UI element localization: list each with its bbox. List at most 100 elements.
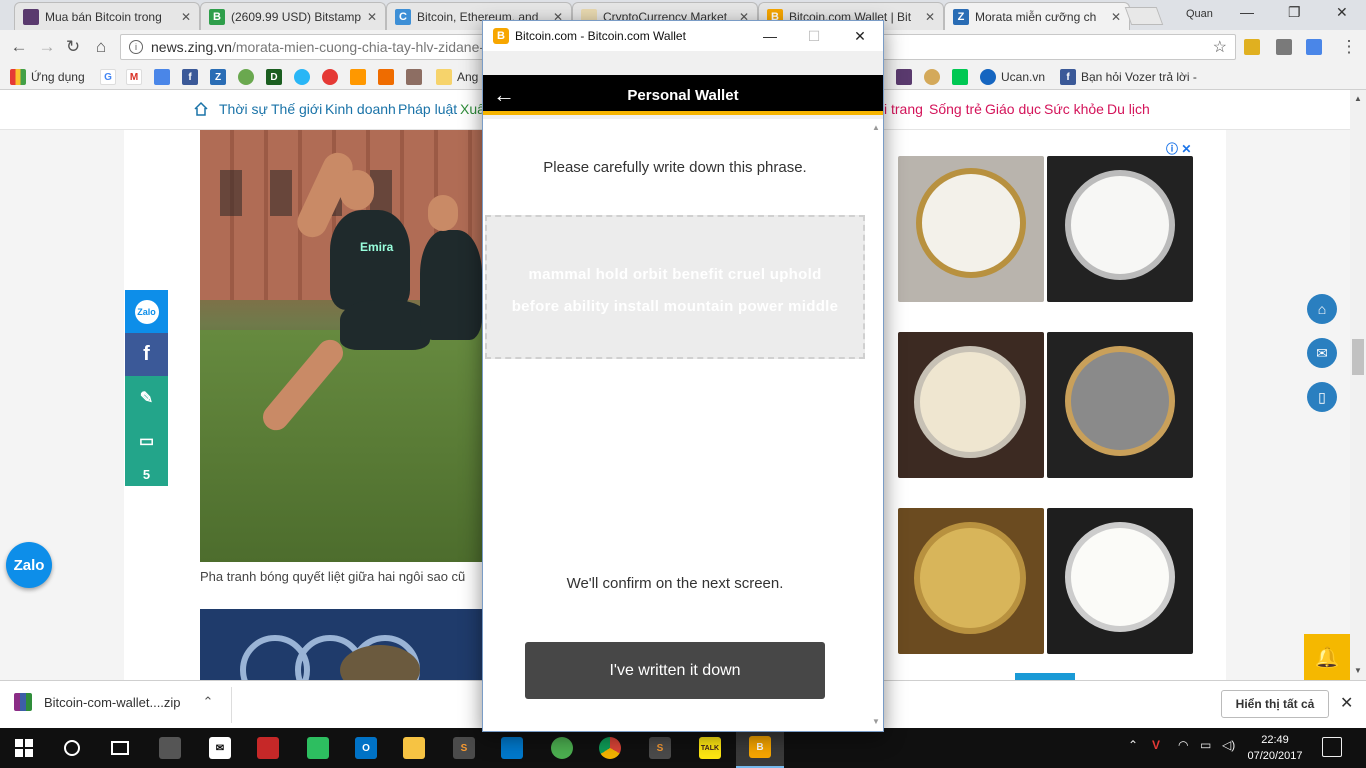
notification-bell-icon[interactable]: 🔔 (1304, 634, 1350, 680)
nav-thoi-trang[interactable]: i trang (884, 101, 923, 117)
translate-icon[interactable] (1306, 39, 1322, 55)
tray-expand-icon[interactable]: ⌃ (1128, 738, 1138, 752)
google-bookmark[interactable]: G (100, 68, 116, 86)
reload-icon[interactable]: ↻ (62, 36, 84, 58)
close-download-bar-icon[interactable]: ✕ (1340, 693, 1353, 713)
close-tab-icon[interactable]: ✕ (1111, 10, 1121, 24)
gmail-bookmark[interactable]: M (126, 68, 142, 86)
forward-icon[interactable]: → (36, 36, 58, 58)
start-button[interactable] (0, 728, 48, 768)
popup-scrollbar[interactable]: ▲ ▼ (868, 119, 883, 731)
nav-kinh-doanh[interactable]: Kinh doanh (325, 101, 396, 117)
ad-watch-image[interactable] (898, 508, 1044, 654)
file-explorer-app[interactable] (390, 728, 438, 768)
nav-giao-duc[interactable]: Giáo dục (985, 101, 1041, 117)
mail-app[interactable]: ✉ (196, 728, 244, 768)
comment-write-button[interactable]: ✎ (125, 376, 168, 419)
bookmark-folder[interactable]: Ang (436, 68, 478, 86)
bookmark-item[interactable] (924, 68, 940, 86)
side-mobile-icon[interactable]: ▯ (1307, 382, 1337, 412)
tray-app-icon[interactable]: V (1152, 738, 1160, 752)
bookmark-item[interactable]: D (266, 68, 282, 86)
ad-watch-image[interactable] (898, 332, 1044, 478)
ad-watch-image[interactable] (1047, 332, 1193, 478)
chrome-app[interactable] (586, 728, 634, 768)
nav-thoi-su[interactable]: Thời sự (219, 101, 268, 117)
scroll-down-icon[interactable]: ▼ (1354, 666, 1362, 675)
page-scrollbar[interactable]: ▲ ▼ (1350, 90, 1366, 680)
nav-the-gioi[interactable]: Thế giới (271, 101, 322, 117)
close-tab-icon[interactable]: ✕ (925, 10, 935, 24)
sublime-app[interactable]: S (440, 728, 488, 768)
nav-suc-khoe[interactable]: Sức khỏe (1044, 101, 1104, 117)
ad-watch-image[interactable] (898, 156, 1044, 302)
close-tab-icon[interactable]: ✕ (181, 10, 191, 24)
extension-icon[interactable] (1244, 39, 1260, 55)
vozer-bookmark[interactable]: f Bạn hỏi Vozer trả lời - (1060, 68, 1197, 86)
browser-tab[interactable]: Mua bán Bitcoin trong ✕ (14, 2, 200, 30)
home-icon[interactable]: ⌂ (90, 36, 112, 58)
bookmark-star-icon[interactable]: ☆ (1213, 37, 1227, 57)
share-zalo-button[interactable]: Zalo (125, 290, 168, 333)
ad-watch-image[interactable] (1047, 508, 1193, 654)
bookmark-item[interactable] (896, 68, 912, 86)
nav-du-lich[interactable]: Du lịch (1107, 101, 1150, 117)
bookmark-item[interactable] (238, 68, 254, 86)
facebook-bookmark[interactable]: f (182, 68, 198, 86)
chevron-up-icon[interactable]: ⌃ (203, 694, 214, 710)
scroll-up-icon[interactable]: ▲ (1354, 94, 1362, 103)
browser-tab-active[interactable]: Z Morata miễn cưỡng ch ✕ (944, 2, 1130, 30)
eyedropper-icon[interactable] (1276, 39, 1292, 55)
close-window-icon[interactable]: ✕ (845, 25, 875, 47)
close-tab-icon[interactable]: ✕ (367, 10, 377, 24)
share-facebook-button[interactable]: f (125, 333, 168, 376)
ad-watch-image[interactable] (1047, 156, 1193, 302)
task-view-button[interactable] (96, 728, 144, 768)
scroll-down-icon[interactable]: ▼ (872, 717, 880, 726)
ucan-bookmark[interactable]: Ucan.vn (980, 68, 1045, 86)
chrome-menu-icon[interactable]: ⋮ (1338, 36, 1360, 58)
system-clock[interactable]: 22:49 07/20/2017 (1244, 732, 1306, 764)
back-icon[interactable]: ← (8, 36, 30, 58)
outlook-app[interactable]: O (342, 728, 390, 768)
new-tab-button[interactable] (1124, 7, 1164, 25)
wifi-icon[interactable]: ◠ (1178, 738, 1188, 752)
bookmark-item[interactable] (294, 68, 310, 86)
nav-song-tre[interactable]: Sống trẻ (929, 101, 982, 117)
comments-button[interactable]: ▭ (125, 419, 168, 462)
side-mail-icon[interactable]: ✉ (1307, 338, 1337, 368)
written-it-down-button[interactable]: I've written it down (525, 642, 825, 699)
maximize-icon[interactable]: ☐ (799, 25, 829, 47)
profile-name[interactable]: Quan (1186, 8, 1213, 20)
calculator-app[interactable] (146, 728, 194, 768)
search-button[interactable] (48, 728, 96, 768)
ad-choices-icon[interactable]: ⓘ ✕ (1166, 140, 1191, 157)
vscode-app[interactable] (488, 728, 536, 768)
zalo-chat-button[interactable]: Zalo (6, 542, 52, 588)
bookmark-item[interactable] (406, 68, 422, 86)
nav-phap-luat[interactable]: Pháp luật (398, 101, 457, 117)
kakaotalk-app[interactable]: TALK (686, 728, 734, 768)
sublime-app[interactable]: S (636, 728, 684, 768)
evernote-app[interactable] (294, 728, 342, 768)
bookmark-item[interactable] (378, 68, 394, 86)
restore-icon[interactable]: ❐ (1288, 4, 1301, 21)
apps-bookmark[interactable]: Ứng dụng (10, 68, 85, 86)
action-center-icon[interactable] (1322, 737, 1342, 757)
show-all-downloads-button[interactable]: Hiển thị tất cả (1221, 690, 1329, 718)
side-home-icon[interactable]: ⌂ (1307, 294, 1337, 324)
battery-icon[interactable]: ▭ (1200, 738, 1211, 752)
scroll-up-icon[interactable]: ▲ (872, 123, 880, 132)
zing-bookmark[interactable]: Z (210, 68, 226, 86)
minimize-icon[interactable]: — (1240, 4, 1254, 20)
browser-tab[interactable]: B (2609.99 USD) Bitstamp ✕ (200, 2, 386, 30)
volume-icon[interactable]: ◁) (1222, 738, 1235, 752)
app-button[interactable] (244, 728, 292, 768)
minimize-icon[interactable]: — (755, 25, 785, 47)
info-icon[interactable]: i (129, 40, 143, 54)
bookmark-item[interactable] (952, 68, 968, 86)
download-item[interactable]: Bitcoin-com-wallet....zip ⌃ (14, 693, 213, 711)
bookmark-item[interactable] (322, 68, 338, 86)
bookmark-item[interactable] (350, 68, 366, 86)
home-icon[interactable] (193, 101, 209, 117)
